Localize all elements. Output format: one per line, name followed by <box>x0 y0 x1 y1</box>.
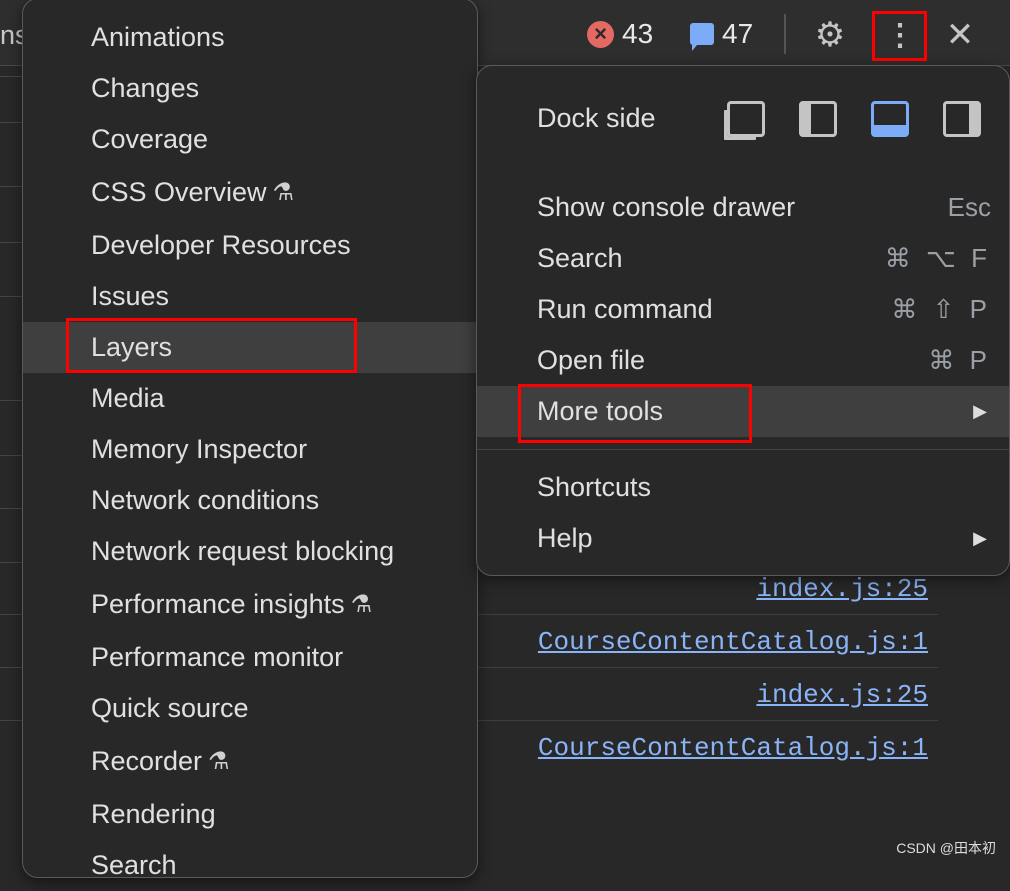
divider <box>0 296 22 297</box>
divider <box>0 76 22 77</box>
divider <box>0 562 22 563</box>
menu-item-rendering[interactable]: Rendering <box>23 789 476 840</box>
divider <box>0 667 22 668</box>
menu-item-run-command[interactable]: Run command ⌘ ⇧ P <box>477 284 1009 335</box>
menu-item-help[interactable]: Help ▶ <box>477 513 1009 564</box>
dock-right-icon[interactable] <box>943 100 981 137</box>
close-icon: ✕ <box>945 16 975 54</box>
more-options-button[interactable]: ⋮ <box>875 10 925 60</box>
settings-button[interactable]: ⚙ <box>805 10 855 60</box>
source-link[interactable]: index.js:25 <box>756 574 928 604</box>
message-count: 47 <box>722 18 754 49</box>
menu-item-show-console-drawer[interactable]: Show console drawer Esc <box>477 182 1009 233</box>
more-vert-icon: ⋮ <box>885 18 915 52</box>
menu-item-search[interactable]: Search ⌘ ⌥ F <box>477 233 1009 284</box>
divider <box>0 400 22 401</box>
menu-item-animations[interactable]: Animations <box>23 12 476 63</box>
menu-item-network-request-blocking[interactable]: Network request blocking <box>23 526 476 577</box>
toolbar-divider <box>784 14 786 54</box>
menu-item-layers[interactable]: Layers <box>23 322 476 373</box>
menu-item-performance-monitor[interactable]: Performance monitor <box>23 632 476 683</box>
menu-item-more-tools[interactable]: More tools ▶ <box>477 386 1009 437</box>
console-row-divider <box>478 720 938 721</box>
divider <box>0 122 22 123</box>
menu-item-recorder[interactable]: Recorder ⚗ <box>23 736 476 787</box>
message-count-badge[interactable]: 47 <box>690 18 754 51</box>
watermark: CSDN @田本初 <box>896 840 996 856</box>
close-button[interactable]: ✕ <box>935 10 985 60</box>
divider <box>0 242 22 243</box>
divider <box>0 455 22 456</box>
console-row-divider <box>478 667 938 668</box>
menu-item-network-conditions[interactable]: Network conditions <box>23 475 476 526</box>
message-icon <box>690 23 714 51</box>
menu-separator <box>477 449 1009 450</box>
menu-item-memory-inspector[interactable]: Memory Inspector <box>23 424 476 475</box>
main-menu: Dock side Show console drawer Esc Search ⌘… <box>476 65 1010 576</box>
undock-icon[interactable] <box>727 100 765 137</box>
menu-item-media[interactable]: Media <box>23 373 476 424</box>
dock-side-row: Dock side <box>477 93 1009 144</box>
experiment-flask-icon: ⚗ <box>208 748 230 775</box>
divider <box>0 508 22 509</box>
gear-icon: ⚙ <box>814 16 846 54</box>
menu-item-performance-insights[interactable]: Performance insights ⚗ <box>23 579 476 630</box>
source-link[interactable]: CourseContentCatalog.js:1 <box>538 733 928 763</box>
menu-item-css-overview[interactable]: CSS Overview ⚗ <box>23 167 476 218</box>
experiment-flask-icon: ⚗ <box>272 179 295 206</box>
divider <box>0 186 22 187</box>
error-count-badge[interactable]: × 43 <box>587 18 653 50</box>
source-link[interactable]: index.js:25 <box>756 680 928 710</box>
dock-bottom-icon[interactable] <box>871 100 909 137</box>
dock-left-icon[interactable] <box>799 100 837 137</box>
experiment-flask-icon: ⚗ <box>350 591 373 618</box>
menu-item-issues[interactable]: Issues <box>23 271 476 322</box>
error-count: 43 <box>622 18 654 49</box>
submenu-arrow-icon: ▶ <box>973 528 991 548</box>
menu-item-shortcuts[interactable]: Shortcuts <box>477 462 1009 513</box>
menu-item-quick-source[interactable]: Quick source <box>23 683 476 734</box>
error-icon: × <box>587 20 614 48</box>
submenu-arrow-icon: ▶ <box>973 401 991 421</box>
divider <box>0 720 22 721</box>
menu-item-developer-resources[interactable]: Developer Resources <box>23 220 476 271</box>
more-tools-submenu: Animations Changes Coverage CSS Overview… <box>22 0 478 880</box>
console-row-divider <box>478 614 938 615</box>
divider <box>0 614 22 615</box>
source-link[interactable]: CourseContentCatalog.js:1 <box>538 627 928 657</box>
menu-item-coverage[interactable]: Coverage <box>23 114 476 165</box>
menu-item-open-file[interactable]: Open file ⌘ P <box>477 335 1009 386</box>
menu-item-changes[interactable]: Changes <box>23 63 476 114</box>
dock-side-label: Dock side <box>537 103 656 133</box>
